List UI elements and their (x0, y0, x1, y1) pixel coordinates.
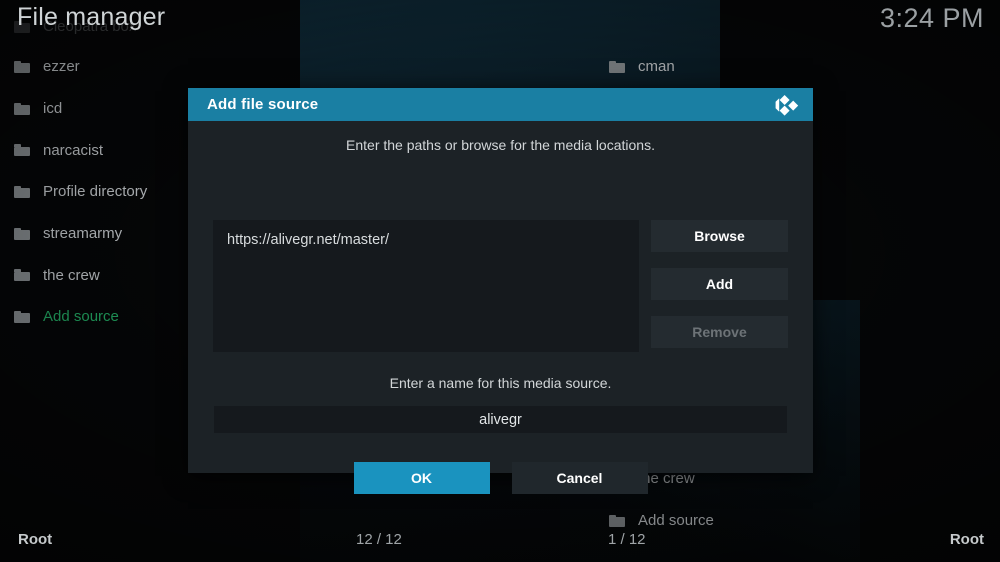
list-item-label: Profile directory (43, 183, 148, 201)
folder-icon (14, 227, 30, 240)
remove-button[interactable]: Remove (651, 316, 788, 348)
list-item-label: streamarmy (43, 225, 123, 243)
list-item-label: Add source (43, 308, 119, 326)
folder-icon (14, 185, 30, 198)
list-item-add-source-right[interactable]: Add source (595, 500, 1000, 542)
paths-hint: Enter the paths or browse for the media … (346, 137, 655, 153)
right-file-panel: cman (595, 46, 1000, 88)
list-item-cman[interactable]: cman (595, 46, 1000, 88)
kodi-file-manager-screen: File manager 3:24 PM Cleopatra box ezzer… (0, 0, 1000, 562)
ok-button[interactable]: OK (353, 462, 490, 494)
cancel-button[interactable]: Cancel (511, 462, 648, 494)
list-item-label: narcacist (43, 141, 104, 159)
folder-icon (14, 269, 30, 282)
dialog-body: Enter the paths or browse for the media … (188, 137, 813, 494)
list-item-label: icd (43, 100, 63, 118)
dialog-title: Add file source (207, 96, 319, 113)
list-item-label: the crew (43, 266, 100, 284)
path-action-buttons: Browse Add Remove (651, 220, 788, 364)
dialog-titlebar: Add file source (188, 88, 813, 121)
footer-left-count: 12 / 12 (356, 530, 402, 548)
name-hint: Enter a name for this media source. (389, 375, 612, 391)
add-file-source-dialog: Add file source Enter the paths or brows… (188, 88, 813, 494)
page-title: File manager (17, 3, 166, 31)
footer-right-location: Root (949, 530, 984, 548)
footer-right-count: 1 / 12 (608, 530, 646, 548)
source-name-input[interactable]: alivegr (214, 406, 787, 433)
dialog-action-row: OK Cancel (188, 462, 813, 494)
source-name-value: alivegr (479, 411, 522, 428)
folder-icon (14, 102, 30, 115)
list-item-label: Add source (638, 512, 714, 530)
folder-icon (14, 60, 30, 73)
paths-area: https://alivegr.net/master/ Browse Add R… (213, 220, 788, 352)
folder-icon (14, 310, 30, 323)
footer-left-location: Root (18, 530, 53, 548)
path-list[interactable]: https://alivegr.net/master/ (213, 220, 639, 352)
list-item-label: ezzer (43, 58, 80, 76)
browse-button[interactable]: Browse (651, 220, 788, 252)
kodi-logo-icon (775, 93, 801, 117)
folder-icon (14, 144, 30, 157)
clock: 3:24 PM (879, 3, 984, 33)
list-item-label: cman (638, 58, 675, 76)
folder-icon (609, 60, 625, 73)
add-button[interactable]: Add (651, 268, 788, 300)
list-item-ezzer[interactable]: ezzer (0, 46, 470, 88)
path-list-item[interactable]: https://alivegr.net/master/ (227, 232, 625, 248)
